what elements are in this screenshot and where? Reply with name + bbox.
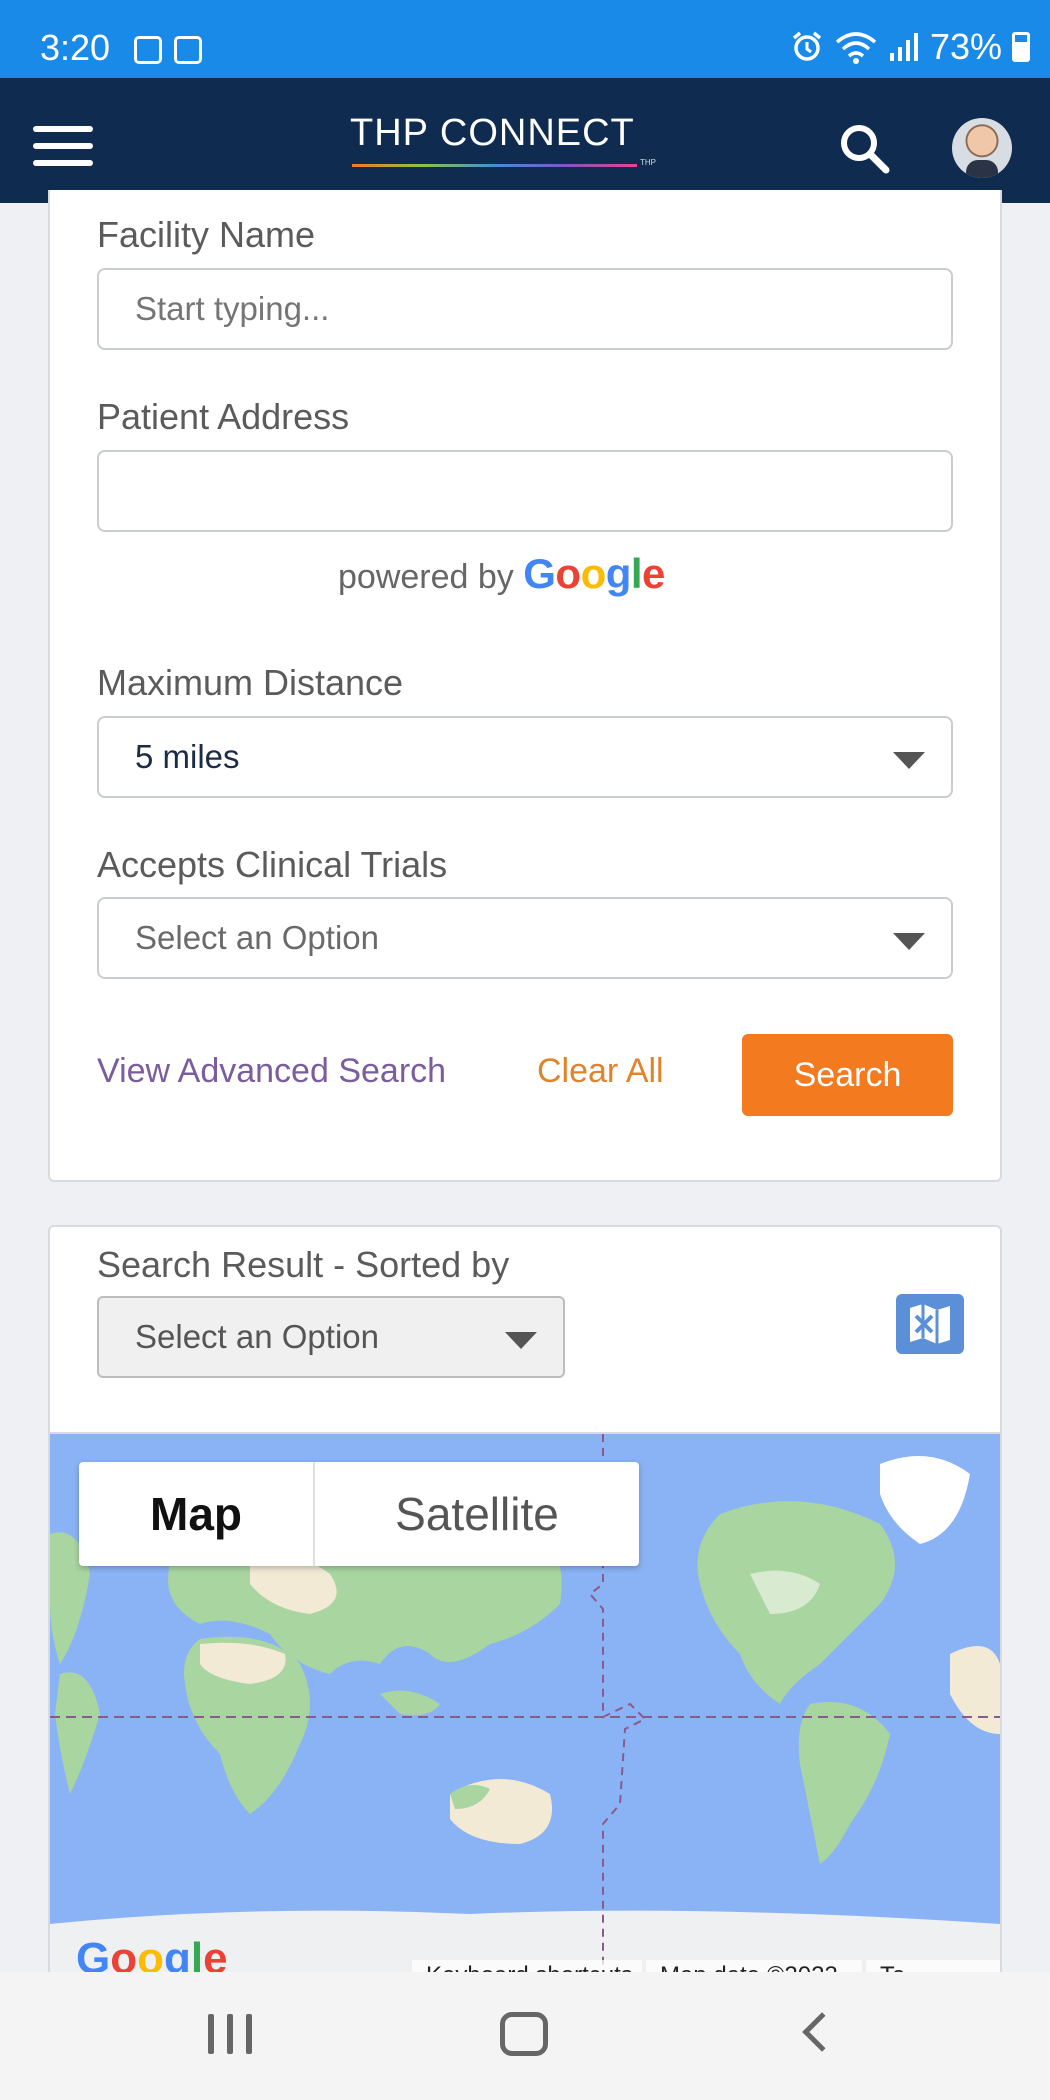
terms-link[interactable]: Te (866, 1960, 1000, 1972)
home-icon[interactable] (500, 2012, 548, 2056)
powered-by-text: powered by (338, 558, 514, 596)
max-distance-select[interactable]: 5 miles (97, 716, 953, 798)
chevron-down-icon (505, 1332, 537, 1349)
map-type-map-button[interactable]: Map (79, 1462, 315, 1566)
battery-icon (1012, 32, 1030, 62)
max-distance-label: Maximum Distance (97, 662, 404, 703)
status-time: 3:20 (40, 27, 111, 68)
sort-select[interactable]: Select an Option (97, 1296, 565, 1378)
patient-address-label: Patient Address (97, 396, 350, 437)
map-type-control: Map Satellite (79, 1462, 639, 1566)
thp-connect-logo[interactable]: THP CONNECT THP (350, 114, 690, 174)
map-type-satellite-button[interactable]: Satellite (315, 1462, 639, 1566)
sort-label: Search Result - Sorted by (97, 1244, 510, 1285)
patient-address-input[interactable] (97, 450, 953, 532)
sort-value: Select an Option (135, 1318, 379, 1355)
results-map[interactable]: Map Satellite Google Keyboard shortcuts … (50, 1432, 1000, 1972)
clear-all-link[interactable]: Clear All (537, 1052, 664, 1091)
facility-name-input[interactable] (97, 268, 953, 350)
powered-by-google: powered by Google (338, 550, 665, 598)
menu-icon[interactable] (33, 126, 93, 166)
status-right-group: 73% (790, 26, 1030, 68)
logo-subtext: THP (640, 158, 656, 167)
keyboard-shortcuts-link[interactable]: Keyboard shortcuts (412, 1960, 642, 1972)
android-nav-bar (0, 1972, 1050, 2100)
chevron-down-icon (893, 933, 925, 950)
google-map-logo: Google (76, 1934, 228, 1972)
map-data-attribution: Map data ©2023 (646, 1960, 862, 1972)
search-icon[interactable] (836, 120, 892, 176)
logo-underline (352, 164, 637, 167)
clinical-trials-label: Accepts Clinical Trials (97, 844, 448, 885)
google-wordmark: Google (523, 550, 665, 597)
gallery-notification-icon (174, 36, 202, 64)
chevron-down-icon (893, 752, 925, 769)
app-header: THP CONNECT THP (0, 78, 1050, 203)
max-distance-value: 5 miles (135, 738, 240, 775)
clinical-trials-select[interactable]: Select an Option (97, 897, 953, 979)
battery-percent: 73% (929, 26, 1002, 67)
map-view-toggle-icon[interactable] (896, 1294, 964, 1354)
logo-text: THP CONNECT (350, 112, 635, 154)
alarm-icon (792, 31, 822, 61)
recent-apps-icon[interactable] (208, 2014, 252, 2054)
photo-notification-icon (134, 36, 162, 64)
avatar[interactable] (952, 118, 1012, 178)
wifi-icon (835, 32, 877, 64)
signal-icon (889, 33, 918, 61)
view-advanced-search-link[interactable]: View Advanced Search (97, 1052, 446, 1091)
clinical-trials-value: Select an Option (135, 919, 379, 956)
status-bar: 3:20 73% (0, 0, 1050, 78)
back-icon[interactable] (802, 2012, 842, 2052)
search-button[interactable]: Search (742, 1034, 953, 1116)
facility-name-label: Facility Name (97, 214, 316, 255)
